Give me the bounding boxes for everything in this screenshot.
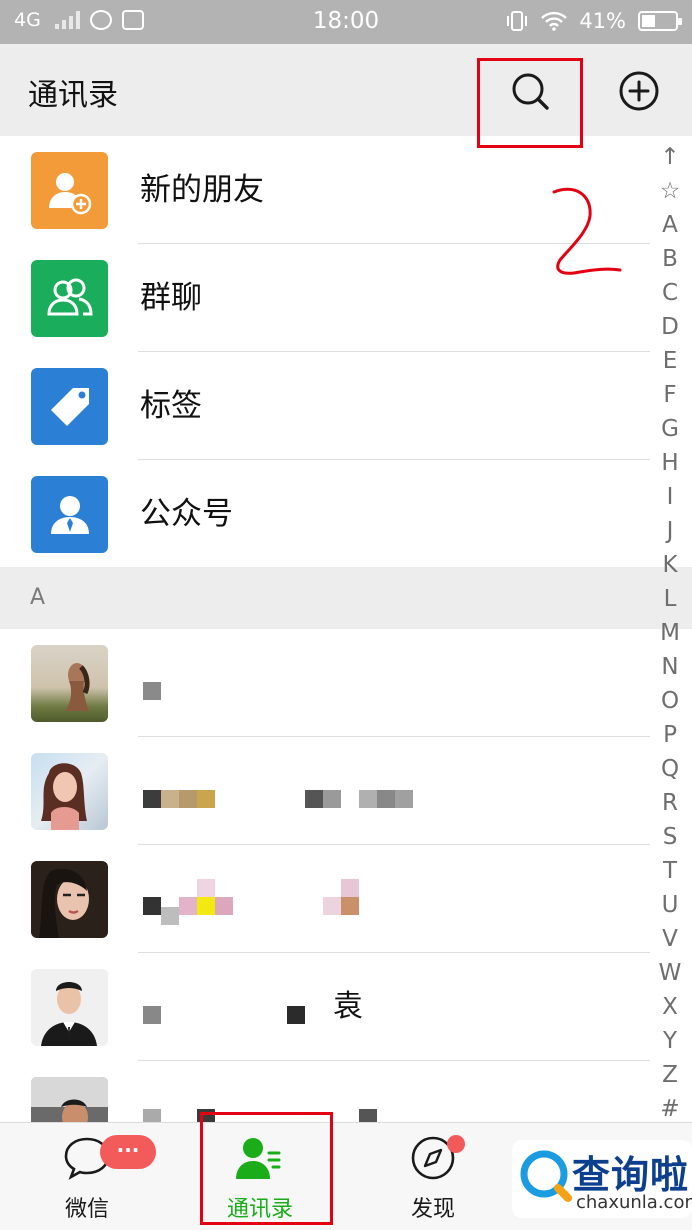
index-letter[interactable]: D [652, 310, 688, 344]
index-letter[interactable]: M [652, 616, 688, 650]
unread-badge: ··· [100, 1135, 156, 1169]
index-letter[interactable]: R [652, 786, 688, 820]
blurred-name [197, 879, 215, 897]
blurred-name [359, 790, 377, 808]
new-content-dot [447, 1135, 465, 1153]
watermark-text: 查询啦 [572, 1153, 690, 1197]
page-title: 通讯录 [28, 78, 118, 113]
index-letter[interactable]: B [652, 242, 688, 276]
index-letter[interactable]: U [652, 888, 688, 922]
row-label: 公众号 [140, 496, 233, 532]
blurred-name [215, 897, 233, 915]
blurred-name [395, 790, 413, 808]
blurred-name [161, 907, 179, 925]
contact-avatar [31, 969, 108, 1046]
watermark-logo-icon [520, 1150, 572, 1202]
wifi-icon [541, 11, 568, 31]
battery-fill [642, 15, 656, 27]
step-number-annotation [552, 187, 622, 275]
watermark-url: chaxunla.com [576, 1192, 692, 1213]
index-letter[interactable]: # [652, 1092, 688, 1126]
contact-avatar [31, 753, 108, 830]
tag-icon [31, 368, 108, 445]
index-letter[interactable]: J [652, 514, 688, 548]
official-account-icon [31, 476, 108, 553]
index-letter[interactable]: N [652, 650, 688, 684]
row-label: 新的朋友 [140, 172, 264, 208]
tab-discover[interactable]: 发现 [378, 1123, 488, 1230]
contact-avatar [31, 645, 108, 722]
index-letter[interactable]: ☆ [652, 174, 688, 208]
title-bar: 通讯录 [0, 44, 692, 136]
section-header: A [0, 567, 692, 629]
blurred-name [341, 897, 359, 915]
index-letter[interactable]: X [652, 990, 688, 1024]
index-letter[interactable]: T [652, 854, 688, 888]
add-friend-icon [31, 152, 108, 229]
add-button[interactable] [614, 66, 664, 116]
blurred-name [287, 1006, 305, 1024]
blurred-name [179, 790, 197, 808]
blurred-name [323, 897, 341, 915]
blurred-name [197, 790, 215, 808]
tab-label: 发现 [410, 1197, 455, 1222]
vibrate-icon [507, 11, 528, 31]
index-letter[interactable]: A [652, 208, 688, 242]
status-right: 41% [505, 9, 682, 33]
blurred-name [377, 790, 395, 808]
group-chat-icon [31, 260, 108, 337]
contact-row[interactable] [0, 845, 650, 953]
add-circle-icon [619, 71, 659, 111]
blurred-name [143, 1006, 161, 1024]
row-label: 群聊 [140, 280, 202, 316]
row-official-accounts[interactable]: 公众号 [0, 460, 650, 568]
search-highlight-annotation [477, 58, 583, 148]
index-letter[interactable]: F [652, 378, 688, 412]
blurred-name [341, 879, 359, 897]
index-letter[interactable]: C [652, 276, 688, 310]
index-letter[interactable]: L [652, 582, 688, 616]
index-letter[interactable]: K [652, 548, 688, 582]
index-letter[interactable]: Q [652, 752, 688, 786]
blurred-name [143, 682, 161, 700]
contact-avatar [31, 861, 108, 938]
index-letter[interactable]: I [652, 480, 688, 514]
index-letter[interactable]: Y [652, 1024, 688, 1058]
status-bar: 4G 18:00 41% [0, 0, 692, 44]
blurred-name [143, 897, 161, 915]
blurred-name [305, 790, 323, 808]
index-letter[interactable]: Z [652, 1058, 688, 1092]
blurred-name [197, 897, 215, 915]
battery-percent: 41% [579, 9, 626, 33]
index-letter[interactable]: V [652, 922, 688, 956]
blurred-name [161, 790, 179, 808]
index-letter[interactable]: ↑ [652, 140, 688, 174]
blurred-name [323, 790, 341, 808]
blurred-name [179, 897, 197, 915]
row-tags[interactable]: 标签 [0, 352, 650, 460]
blurred-name [143, 790, 161, 808]
index-letter[interactable]: H [652, 446, 688, 480]
index-letter[interactable]: G [652, 412, 688, 446]
index-letter[interactable]: E [652, 344, 688, 378]
index-letter[interactable]: O [652, 684, 688, 718]
tab-label: 微信 [64, 1197, 109, 1222]
row-label: 标签 [140, 388, 202, 424]
contact-name-suffix: 袁 [333, 989, 363, 1024]
contacts-tab-highlight-annotation [200, 1112, 333, 1225]
battery-icon [638, 11, 682, 31]
contact-row[interactable] [0, 737, 650, 845]
index-letter[interactable]: W [652, 956, 688, 990]
alphabet-index[interactable]: ↑ ☆ A B C D E F G H I J K L M N O P Q R S T U V W X Y Z # [652, 140, 688, 1126]
contact-row[interactable]: 袁 [0, 953, 650, 1061]
watermark: 查询啦 chaxunla.com [512, 1140, 692, 1218]
index-letter[interactable]: P [652, 718, 688, 752]
section-letter: A [30, 585, 46, 610]
contact-row[interactable] [0, 629, 650, 737]
index-letter[interactable]: S [652, 820, 688, 854]
